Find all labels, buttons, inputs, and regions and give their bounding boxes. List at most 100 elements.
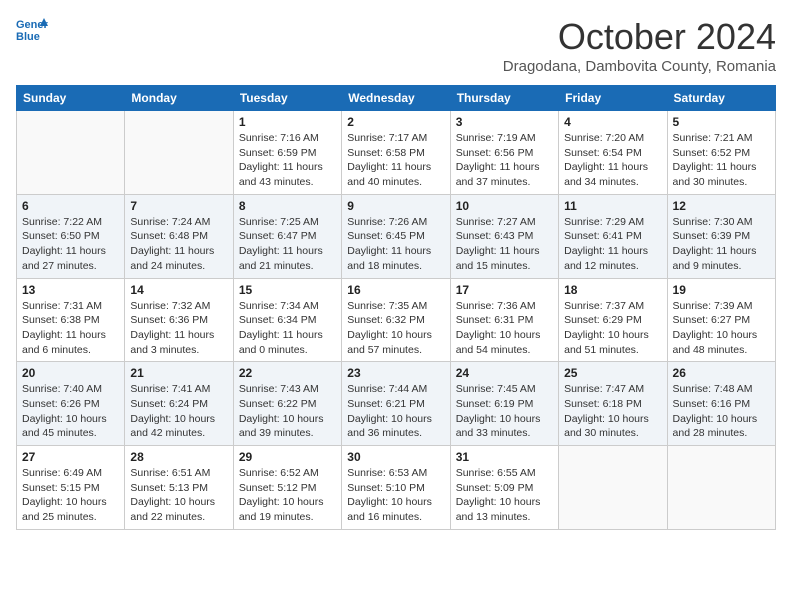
calendar-day-cell: 7 Sunrise: 7:24 AMSunset: 6:48 PMDaylight… (125, 194, 233, 278)
day-number: 23 (347, 366, 444, 380)
calendar-day-cell: 1 Sunrise: 7:16 AMSunset: 6:59 PMDaylight… (233, 111, 341, 195)
day-number: 8 (239, 199, 336, 213)
calendar-day-cell: 31 Sunrise: 6:55 AMSunset: 5:09 PMDayligh… (450, 446, 558, 530)
calendar-day-cell: 28 Sunrise: 6:51 AMSunset: 5:13 PMDayligh… (125, 446, 233, 530)
day-detail: Sunrise: 7:30 AMSunset: 6:39 PMDaylight:… (673, 215, 770, 274)
day-detail: Sunrise: 7:20 AMSunset: 6:54 PMDaylight:… (564, 131, 661, 190)
day-detail: Sunrise: 7:16 AMSunset: 6:59 PMDaylight:… (239, 131, 336, 190)
calendar-table: SundayMondayTuesdayWednesdayThursdayFrid… (16, 85, 776, 530)
calendar-day-cell: 17Sunrise: 7:36 AMSunset: 6:31 PMDayligh… (450, 278, 558, 362)
day-detail: Sunrise: 6:49 AMSunset: 5:15 PMDaylight:… (22, 466, 119, 525)
day-number: 1 (239, 115, 336, 129)
day-detail: Sunrise: 7:45 AMSunset: 6:19 PMDaylight:… (456, 382, 553, 441)
calendar-day-cell: 6 Sunrise: 7:22 AMSunset: 6:50 PMDaylight… (17, 194, 125, 278)
day-detail: Sunrise: 7:19 AMSunset: 6:56 PMDaylight:… (456, 131, 553, 190)
calendar-day-cell: 18 Sunrise: 7:37 AMSunset: 6:29 PMDayligh… (559, 278, 667, 362)
day-number: 20 (22, 366, 119, 380)
location-subtitle: Dragodana, Dambovita County, Romania (503, 58, 776, 75)
day-number: 5 (673, 115, 770, 129)
calendar-week-row: 1 Sunrise: 7:16 AMSunset: 6:59 PMDaylight… (17, 111, 776, 195)
day-detail: Sunrise: 7:43 AMSunset: 6:22 PMDaylight:… (239, 382, 336, 441)
day-number: 22 (239, 366, 336, 380)
day-number: 10 (456, 199, 553, 213)
day-number: 31 (456, 450, 553, 464)
day-number: 15 (239, 283, 336, 297)
logo-icon: General Blue (16, 16, 48, 44)
day-detail: Sunrise: 7:34 AMSunset: 6:34 PMDaylight:… (239, 299, 336, 358)
title-block: October 2024 Dragodana, Dambovita County… (503, 16, 776, 75)
day-detail: Sunrise: 7:22 AMSunset: 6:50 PMDaylight:… (22, 215, 119, 274)
day-number: 29 (239, 450, 336, 464)
calendar-day-cell: 30 Sunrise: 6:53 AMSunset: 5:10 PMDayligh… (342, 446, 450, 530)
calendar-day-cell: 21Sunrise: 7:41 AMSunset: 6:24 PMDayligh… (125, 362, 233, 446)
day-number: 19 (673, 283, 770, 297)
calendar-day-cell: 27Sunrise: 6:49 AMSunset: 5:15 PMDayligh… (17, 446, 125, 530)
calendar-day-cell (17, 111, 125, 195)
day-detail: Sunrise: 7:39 AMSunset: 6:27 PMDaylight:… (673, 299, 770, 358)
day-number: 11 (564, 199, 661, 213)
calendar-day-cell: 19 Sunrise: 7:39 AMSunset: 6:27 PMDayligh… (667, 278, 775, 362)
svg-text:Blue: Blue (16, 31, 40, 43)
calendar-week-row: 27Sunrise: 6:49 AMSunset: 5:15 PMDayligh… (17, 446, 776, 530)
day-detail: Sunrise: 7:35 AMSunset: 6:32 PMDaylight:… (347, 299, 444, 358)
day-detail: Sunrise: 7:21 AMSunset: 6:52 PMDaylight:… (673, 131, 770, 190)
day-detail: Sunrise: 7:32 AMSunset: 6:36 PMDaylight:… (130, 299, 227, 358)
day-detail: Sunrise: 6:55 AMSunset: 5:09 PMDaylight:… (456, 466, 553, 525)
day-detail: Sunrise: 7:27 AMSunset: 6:43 PMDaylight:… (456, 215, 553, 274)
day-number: 30 (347, 450, 444, 464)
day-detail: Sunrise: 7:47 AMSunset: 6:18 PMDaylight:… (564, 382, 661, 441)
calendar-day-cell: 13Sunrise: 7:31 AMSunset: 6:38 PMDayligh… (17, 278, 125, 362)
calendar-day-cell: 5 Sunrise: 7:21 AMSunset: 6:52 PMDaylight… (667, 111, 775, 195)
day-number: 7 (130, 199, 227, 213)
day-number: 17 (456, 283, 553, 297)
month-title: October 2024 (503, 16, 776, 58)
calendar-day-cell: 8Sunrise: 7:25 AMSunset: 6:47 PMDaylight… (233, 194, 341, 278)
calendar-day-cell: 2Sunrise: 7:17 AMSunset: 6:58 PMDaylight… (342, 111, 450, 195)
day-detail: Sunrise: 6:51 AMSunset: 5:13 PMDaylight:… (130, 466, 227, 525)
day-detail: Sunrise: 6:52 AMSunset: 5:12 PMDaylight:… (239, 466, 336, 525)
day-detail: Sunrise: 7:29 AMSunset: 6:41 PMDaylight:… (564, 215, 661, 274)
calendar-day-cell: 9 Sunrise: 7:26 AMSunset: 6:45 PMDaylight… (342, 194, 450, 278)
calendar-day-cell: 11 Sunrise: 7:29 AMSunset: 6:41 PMDayligh… (559, 194, 667, 278)
calendar-header-row: SundayMondayTuesdayWednesdayThursdayFrid… (17, 86, 776, 111)
day-number: 16 (347, 283, 444, 297)
weekday-header: Thursday (450, 86, 558, 111)
day-number: 6 (22, 199, 119, 213)
calendar-day-cell: 23Sunrise: 7:44 AMSunset: 6:21 PMDayligh… (342, 362, 450, 446)
day-detail: Sunrise: 7:26 AMSunset: 6:45 PMDaylight:… (347, 215, 444, 274)
day-number: 25 (564, 366, 661, 380)
calendar-day-cell: 3Sunrise: 7:19 AMSunset: 6:56 PMDaylight… (450, 111, 558, 195)
day-number: 2 (347, 115, 444, 129)
day-number: 14 (130, 283, 227, 297)
calendar-day-cell: 25 Sunrise: 7:47 AMSunset: 6:18 PMDayligh… (559, 362, 667, 446)
day-detail: Sunrise: 7:24 AMSunset: 6:48 PMDaylight:… (130, 215, 227, 274)
logo: General Blue General Blue (16, 16, 48, 44)
day-detail: Sunrise: 7:40 AMSunset: 6:26 PMDaylight:… (22, 382, 119, 441)
calendar-day-cell: 26Sunrise: 7:48 AMSunset: 6:16 PMDayligh… (667, 362, 775, 446)
day-number: 18 (564, 283, 661, 297)
day-number: 4 (564, 115, 661, 129)
calendar-day-cell: 24 Sunrise: 7:45 AMSunset: 6:19 PMDayligh… (450, 362, 558, 446)
day-number: 9 (347, 199, 444, 213)
day-detail: Sunrise: 7:37 AMSunset: 6:29 PMDaylight:… (564, 299, 661, 358)
weekday-header: Tuesday (233, 86, 341, 111)
weekday-header: Sunday (17, 86, 125, 111)
day-number: 24 (456, 366, 553, 380)
calendar-day-cell: 15 Sunrise: 7:34 AMSunset: 6:34 PMDayligh… (233, 278, 341, 362)
calendar-day-cell: 4 Sunrise: 7:20 AMSunset: 6:54 PMDaylight… (559, 111, 667, 195)
day-number: 28 (130, 450, 227, 464)
calendar-day-cell: 29 Sunrise: 6:52 AMSunset: 5:12 PMDayligh… (233, 446, 341, 530)
day-detail: Sunrise: 6:53 AMSunset: 5:10 PMDaylight:… (347, 466, 444, 525)
calendar-day-cell: 14 Sunrise: 7:32 AMSunset: 6:36 PMDayligh… (125, 278, 233, 362)
calendar-day-cell (667, 446, 775, 530)
weekday-header: Saturday (667, 86, 775, 111)
calendar-week-row: 6 Sunrise: 7:22 AMSunset: 6:50 PMDaylight… (17, 194, 776, 278)
calendar-week-row: 20 Sunrise: 7:40 AMSunset: 6:26 PMDayligh… (17, 362, 776, 446)
day-detail: Sunrise: 7:31 AMSunset: 6:38 PMDaylight:… (22, 299, 119, 358)
day-detail: Sunrise: 7:41 AMSunset: 6:24 PMDaylight:… (130, 382, 227, 441)
calendar-day-cell (559, 446, 667, 530)
page-header: General Blue General Blue October 2024 D… (16, 16, 776, 75)
day-number: 12 (673, 199, 770, 213)
calendar-day-cell: 10 Sunrise: 7:27 AMSunset: 6:43 PMDayligh… (450, 194, 558, 278)
day-number: 26 (673, 366, 770, 380)
